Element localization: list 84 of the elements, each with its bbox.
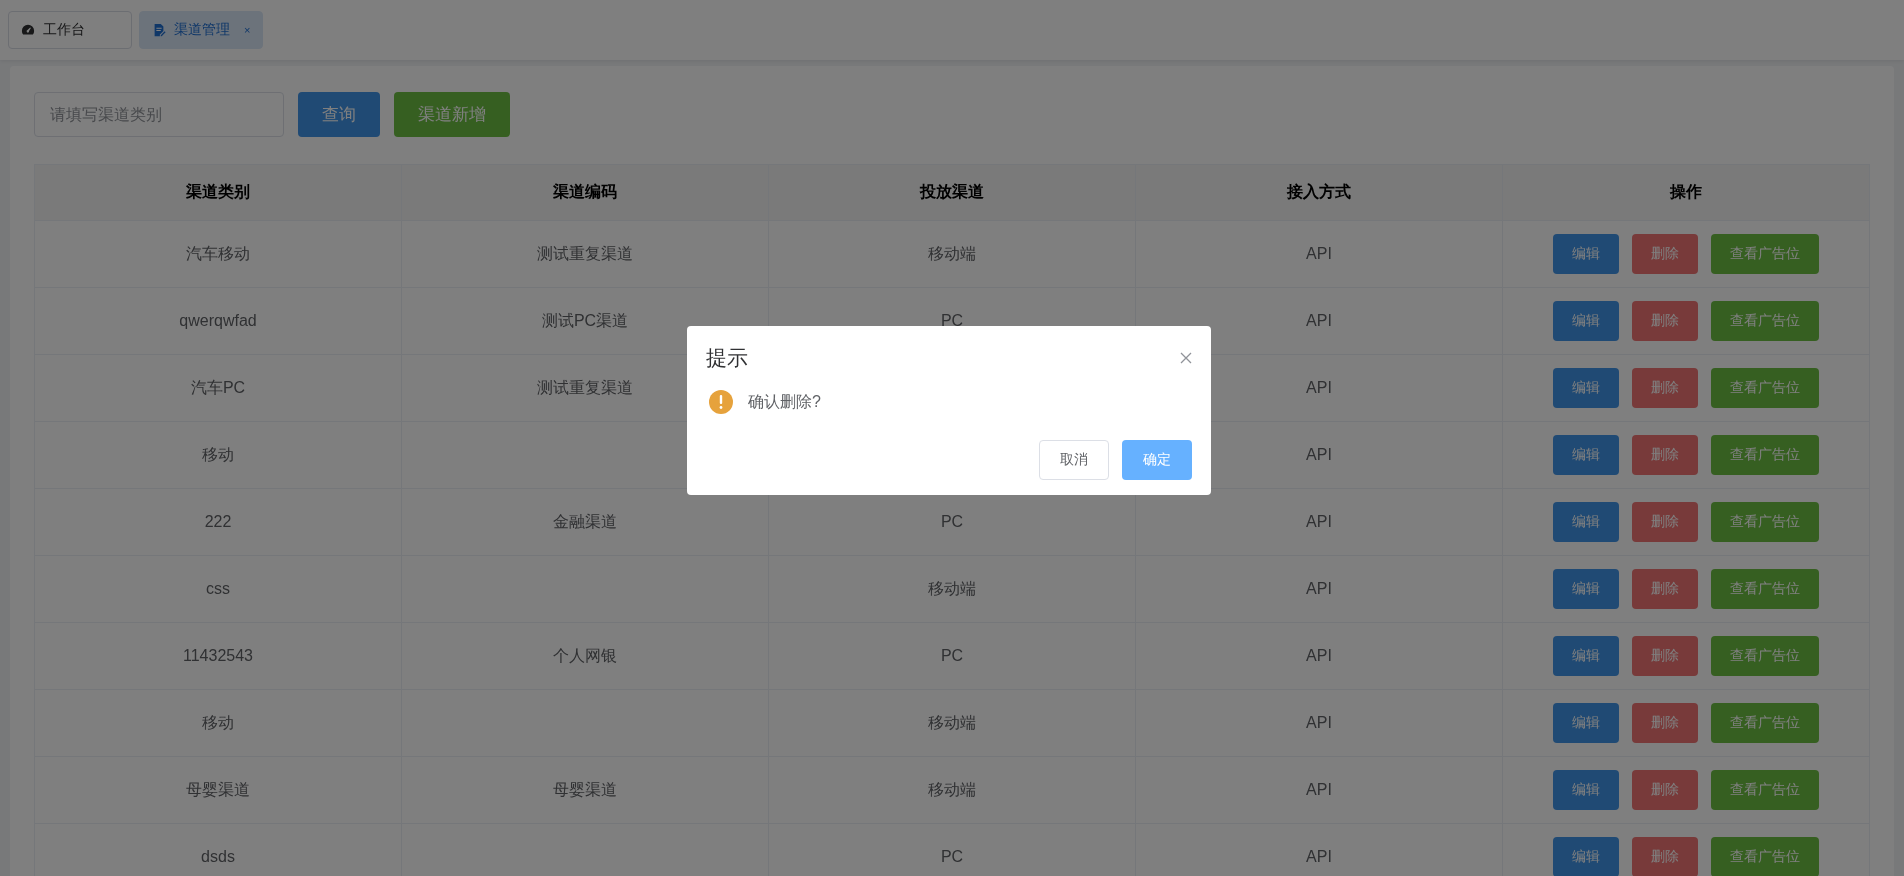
- column-header: 渠道编码: [401, 164, 769, 221]
- row-action-button[interactable]: 查看广告位: [1711, 770, 1819, 810]
- row-action-button[interactable]: 编辑: [1553, 569, 1619, 609]
- row-action-button[interactable]: 删除: [1632, 368, 1698, 408]
- row-action-button[interactable]: 编辑: [1553, 301, 1619, 341]
- tab-close-button[interactable]: ×: [244, 24, 251, 36]
- row-action-button[interactable]: 查看广告位: [1711, 636, 1819, 676]
- tab-label: 工作台: [43, 21, 85, 39]
- row-action-button[interactable]: 删除: [1632, 636, 1698, 676]
- table-cell: 母婴渠道: [186, 780, 250, 798]
- table-cell: API: [1306, 245, 1332, 262]
- table-cell: 母婴渠道: [553, 780, 617, 798]
- row-action-button[interactable]: 删除: [1632, 502, 1698, 542]
- row-action-button[interactable]: 删除: [1632, 703, 1698, 743]
- row-action-button[interactable]: 编辑: [1553, 636, 1619, 676]
- row-action-button[interactable]: 删除: [1632, 435, 1698, 475]
- row-action-button[interactable]: 删除: [1632, 837, 1698, 876]
- dialog-button[interactable]: 取消: [1039, 440, 1109, 480]
- row-action-button[interactable]: 删除: [1632, 770, 1698, 810]
- warning-icon: [709, 390, 733, 414]
- table-cell: 汽车PC: [190, 378, 246, 396]
- table-cell: 测试PC渠道: [541, 311, 629, 329]
- table-cell: API: [1306, 781, 1332, 798]
- dialog-title: 提示: [706, 345, 748, 371]
- row-action-button[interactable]: 查看广告位: [1711, 234, 1819, 274]
- dialog-message: 确认删除?: [748, 391, 821, 412]
- row-action-button[interactable]: 删除: [1632, 301, 1698, 341]
- row-action-button[interactable]: 查看广告位: [1711, 703, 1819, 743]
- row-action-button[interactable]: 查看广告位: [1711, 368, 1819, 408]
- row-action-button[interactable]: 编辑: [1553, 234, 1619, 274]
- table-cell: 个人网银: [553, 646, 617, 664]
- row-action-button[interactable]: 删除: [1632, 234, 1698, 274]
- row-action-button[interactable]: 编辑: [1553, 502, 1619, 542]
- toolbar-button[interactable]: 查询: [298, 92, 380, 137]
- column-header: 操作: [1502, 164, 1870, 221]
- dialog-button[interactable]: 确定: [1122, 440, 1192, 480]
- toolbar-button[interactable]: 渠道新增: [394, 92, 510, 137]
- table-cell: 移动端: [928, 244, 976, 262]
- row-action-button[interactable]: 查看广告位: [1711, 837, 1819, 876]
- table-cell: 11432543: [183, 647, 253, 664]
- row-action-button[interactable]: 编辑: [1553, 368, 1619, 408]
- row-action-button[interactable]: 编辑: [1553, 435, 1619, 475]
- table-cell: 移动: [202, 713, 234, 731]
- table-cell: 移动端: [928, 780, 976, 798]
- column-header: 接入方式: [1135, 164, 1503, 221]
- table-cell: API: [1306, 580, 1332, 597]
- table-cell: API: [1306, 312, 1332, 329]
- tab-label: 渠道管理: [174, 21, 230, 39]
- table-cell: 测试重复渠道: [537, 244, 633, 262]
- row-action-button[interactable]: 编辑: [1553, 837, 1619, 876]
- table-cell: PC: [940, 848, 964, 865]
- row-action-button[interactable]: 查看广告位: [1711, 569, 1819, 609]
- table-cell: API: [1306, 647, 1332, 664]
- table-cell: PC: [940, 513, 964, 530]
- table-cell: 汽车移动: [186, 244, 250, 262]
- row-action-button[interactable]: 查看广告位: [1711, 435, 1819, 475]
- table-cell: API: [1306, 714, 1332, 731]
- row-action-button[interactable]: 查看广告位: [1711, 301, 1819, 341]
- table-cell: API: [1306, 513, 1332, 530]
- table-cell: css: [206, 580, 230, 597]
- table-cell: dsds: [201, 848, 235, 865]
- table-cell: PC: [940, 312, 964, 329]
- row-action-button[interactable]: 删除: [1632, 569, 1698, 609]
- table-cell: 222: [204, 513, 232, 530]
- tab[interactable]: 渠道管理 ×: [139, 11, 264, 49]
- table-cell: 移动: [202, 445, 234, 463]
- table-cell: 金融渠道: [553, 512, 617, 530]
- table-cell: 移动端: [928, 713, 976, 731]
- row-action-button[interactable]: 编辑: [1553, 703, 1619, 743]
- table-cell: API: [1306, 379, 1332, 396]
- row-action-button[interactable]: 编辑: [1553, 770, 1619, 810]
- table-cell: PC: [940, 647, 964, 664]
- tab[interactable]: 工作台: [8, 11, 132, 49]
- document-edit-icon: [152, 23, 166, 37]
- column-header: 投放渠道: [768, 164, 1136, 221]
- table-cell: API: [1306, 446, 1332, 463]
- column-header: 渠道类别: [34, 164, 402, 221]
- row-action-button[interactable]: 查看广告位: [1711, 502, 1819, 542]
- gauge-icon: [21, 23, 35, 37]
- table-cell: qwerqwfad: [179, 312, 257, 329]
- table-cell: 测试重复渠道: [537, 378, 633, 396]
- close-icon[interactable]: [1180, 352, 1192, 364]
- table-cell: API: [1306, 848, 1332, 865]
- table-cell: 移动端: [928, 579, 976, 597]
